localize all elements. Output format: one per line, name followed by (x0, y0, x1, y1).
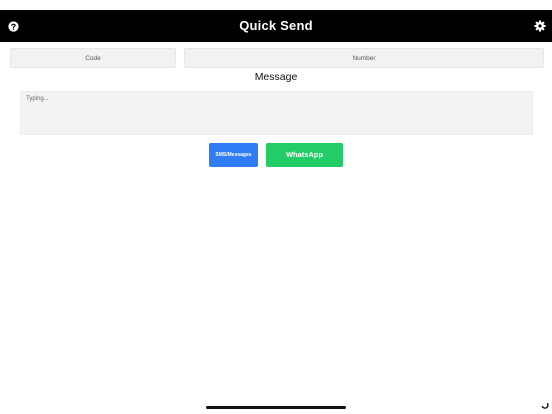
number-field[interactable] (184, 48, 544, 68)
code-field[interactable] (10, 48, 176, 68)
message-heading: Message (254, 71, 298, 83)
whatsapp-button[interactable]: WhatsApp (266, 143, 343, 167)
page-title: Quick Send (239, 18, 313, 33)
gear-icon (534, 20, 546, 32)
sms-messages-button[interactable]: SMS/Messages (209, 143, 258, 167)
header-bar: Quick Send (0, 10, 552, 42)
loading-spinner-icon (541, 402, 549, 409)
quick-send-screen: Quick Send Message (0, 0, 552, 414)
code-input[interactable] (11, 49, 175, 67)
message-field[interactable] (20, 91, 533, 135)
settings-button[interactable] (534, 20, 546, 32)
message-textarea[interactable] (21, 92, 532, 134)
number-input[interactable] (185, 49, 543, 67)
home-indicator[interactable] (206, 406, 346, 409)
